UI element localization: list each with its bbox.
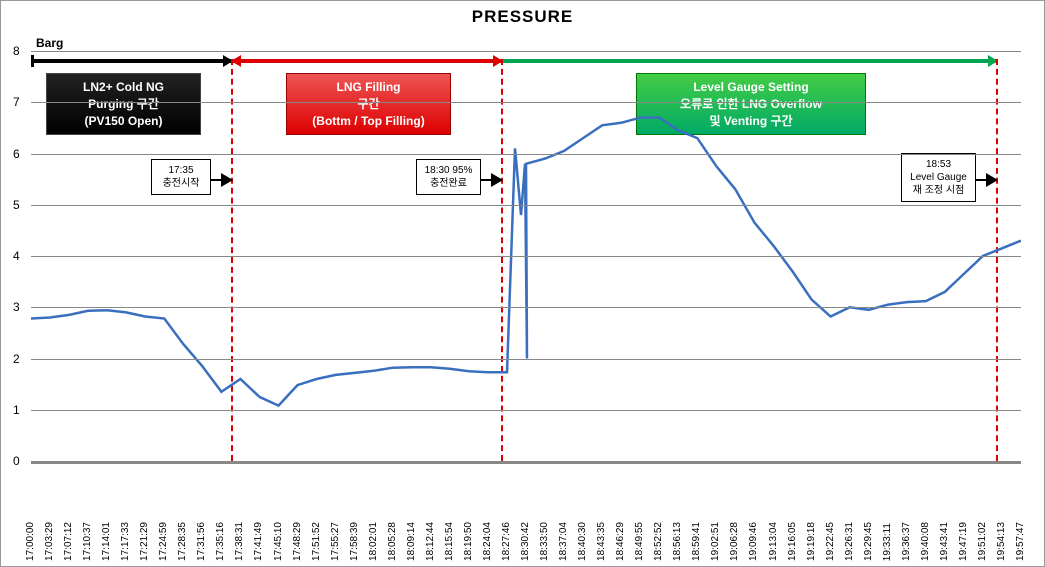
x-tick-label: 19:36:37 [902, 522, 912, 561]
x-tick-label: 18:02:01 [369, 522, 379, 561]
x-tick-label: 18:37:04 [559, 522, 569, 561]
x-tick-label: 19:13:04 [769, 522, 779, 561]
x-tick-label: 19:09:46 [749, 522, 759, 561]
y-tick-label: 8 [13, 44, 20, 58]
grid-line [31, 410, 1021, 411]
x-tick-label: 17:41:49 [254, 522, 264, 561]
grid-line [31, 307, 1021, 308]
x-tick-label: 18:19:50 [464, 522, 474, 561]
y-tick-label: 1 [13, 403, 20, 417]
y-axis-label: Barg [36, 36, 63, 50]
x-tick-label: 18:30:42 [521, 522, 531, 561]
y-tick-label: 0 [13, 454, 20, 468]
x-tick-label: 19:57:47 [1016, 522, 1026, 561]
x-tick-label: 19:29:45 [864, 522, 874, 561]
x-tick-label: 19:02:51 [711, 522, 721, 561]
x-tick-label: 17:58:39 [350, 522, 360, 561]
x-tick-label: 18:15:54 [445, 522, 455, 561]
x-tick-label: 18:52:52 [654, 522, 664, 561]
x-axis: 17:00:0017:03:2917:07:1217:10:3717:14:01… [31, 461, 1021, 561]
x-tick-label: 18:27:46 [502, 522, 512, 561]
x-tick-label: 19:19:18 [807, 522, 817, 561]
x-tick-label: 19:06:28 [730, 522, 740, 561]
x-tick-label: 17:14:01 [102, 522, 112, 561]
x-tick-label: 18:49:55 [635, 522, 645, 561]
y-tick-label: 3 [13, 300, 20, 314]
x-tick-label: 17:31:56 [197, 522, 207, 561]
x-tick-label: 17:55:27 [331, 522, 341, 561]
x-tick-label: 18:59:41 [692, 522, 702, 561]
x-tick-label: 19:16:05 [788, 522, 798, 561]
x-tick-label: 18:05:28 [388, 522, 398, 561]
plot-area: LN2+ Cold NG Purging 구간 (PV150 Open) LNG… [31, 51, 1021, 464]
x-tick-label: 19:54:13 [997, 522, 1007, 561]
x-tick-label: 18:24:04 [483, 522, 493, 561]
x-tick-label: 17:45:10 [274, 522, 284, 561]
chart-frame: PRESSURE Barg LN2+ Cold NG Purging 구간 (P… [0, 0, 1045, 567]
x-tick-label: 19:22:45 [826, 522, 836, 561]
x-tick-label: 17:38:31 [235, 522, 245, 561]
x-tick-label: 19:51:02 [978, 522, 988, 561]
x-tick-label: 19:47:19 [959, 522, 969, 561]
y-tick-label: 2 [13, 352, 20, 366]
x-tick-label: 18:09:14 [407, 522, 417, 561]
x-tick-label: 17:51:52 [312, 522, 322, 561]
x-tick-label: 17:03:29 [45, 522, 55, 561]
grid-line [31, 154, 1021, 155]
x-tick-label: 18:43:35 [597, 522, 607, 561]
x-tick-label: 17:10:37 [83, 522, 93, 561]
grid-line [31, 359, 1021, 360]
grid-line [31, 51, 1021, 52]
x-tick-label: 17:07:12 [64, 522, 74, 561]
y-tick-label: 4 [13, 249, 20, 263]
grid-line [31, 256, 1021, 257]
x-tick-label: 17:24:59 [159, 522, 169, 561]
x-tick-label: 17:17:33 [121, 522, 131, 561]
x-tick-label: 19:33:11 [883, 523, 893, 561]
grid-line [31, 205, 1021, 206]
y-tick-label: 6 [13, 147, 20, 161]
x-tick-label: 19:26:31 [845, 522, 855, 561]
x-tick-label: 18:12:44 [426, 522, 436, 561]
y-tick-label: 7 [13, 95, 20, 109]
x-tick-label: 19:40:08 [921, 522, 931, 561]
x-tick-label: 19:43:41 [940, 522, 950, 561]
y-tick-label: 5 [13, 198, 20, 212]
x-tick-label: 17:00:00 [26, 522, 36, 561]
chart-title: PRESSURE [1, 7, 1044, 27]
series-line [31, 118, 1021, 406]
x-tick-label: 18:56:13 [673, 522, 683, 561]
x-tick-label: 17:21:29 [140, 522, 150, 561]
x-tick-label: 18:33:50 [540, 522, 550, 561]
x-tick-label: 18:40:30 [578, 522, 588, 561]
x-tick-label: 17:28:35 [178, 522, 188, 561]
x-tick-label: 17:48:29 [293, 522, 303, 561]
grid-line [31, 102, 1021, 103]
x-tick-label: 18:46:29 [616, 522, 626, 561]
x-tick-label: 17:35:16 [216, 522, 226, 561]
